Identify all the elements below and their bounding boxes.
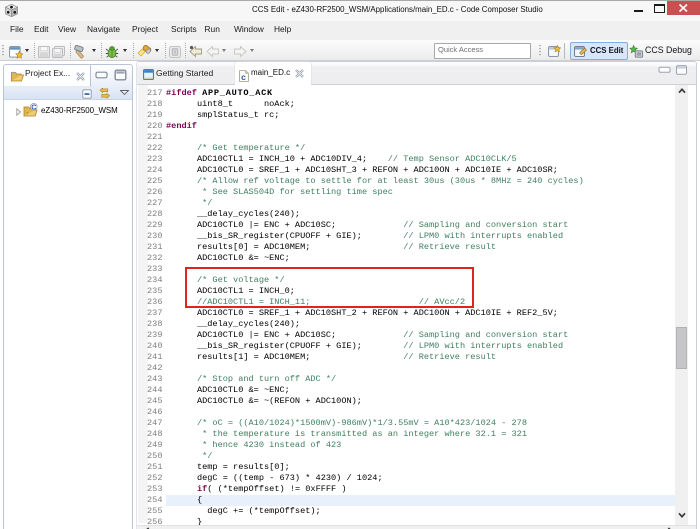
svg-text:c: c bbox=[241, 73, 246, 82]
svg-text:C: C bbox=[31, 103, 36, 111]
